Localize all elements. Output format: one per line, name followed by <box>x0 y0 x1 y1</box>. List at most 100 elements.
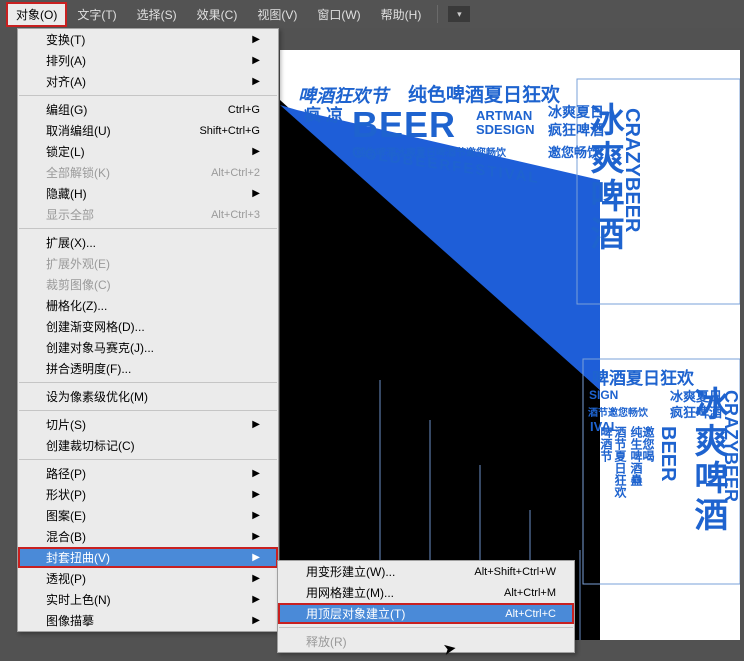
menu-shortcut: Alt+Ctrl+2 <box>211 167 260 179</box>
chevron-right-icon: ▶ <box>252 146 260 157</box>
menu-item[interactable]: 设为像素级优化(M) <box>18 386 278 407</box>
menubar-item-5[interactable]: 窗口(W) <box>307 2 370 27</box>
menu-item[interactable]: 变换(T)▶ <box>18 29 278 50</box>
object-menu[interactable]: 变换(T)▶ 排列(A) ▶ 对齐(A) ▶ 编组(G) Ctrl+G 取消编组(U) Shif… <box>17 28 279 632</box>
menu-item[interactable]: 路径(P)▶ <box>18 463 278 484</box>
chevron-right-icon: ▶ <box>252 188 260 199</box>
menu-item[interactable]: 对齐(A) ▶ <box>18 71 278 92</box>
menu-label: 创建裁切标记(C) <box>46 437 135 454</box>
menu-separator <box>19 95 277 96</box>
menu-item[interactable]: 透视(P)▶ <box>18 568 278 589</box>
menu-shortcut: Alt+Ctrl+C <box>505 608 556 620</box>
menu-item[interactable]: 形状(P) ▶ <box>18 484 278 505</box>
menu-label: 扩展(X)... <box>46 234 96 251</box>
menu-item[interactable]: 混合(B) ▶ <box>18 526 278 547</box>
menu-item[interactable]: 排列(A) ▶ <box>18 50 278 71</box>
menu-label: 释放(R) <box>306 633 347 650</box>
submenu-item[interactable]: 用顶层对象建立(T) Alt+Ctrl+C <box>278 603 574 624</box>
menu-item[interactable]: 栅格化(Z)... <box>18 295 278 316</box>
menu-shortcut: Alt+Ctrl+3 <box>211 209 260 221</box>
menu-label: 裁剪图像(C) <box>46 276 111 293</box>
menu-item[interactable]: 封套扭曲(V)▶ <box>18 547 278 568</box>
menu-item[interactable]: 取消编组(U) Shift+Ctrl+G <box>18 120 278 141</box>
menu-label: 创建渐变网格(D)... <box>46 318 145 335</box>
menu-item[interactable]: 拼合透明度(F)... <box>18 358 278 379</box>
menu-shortcut: Alt+Shift+Ctrl+W <box>474 566 556 578</box>
submenu-item[interactable]: 用网格建立(M)... Alt+Ctrl+M <box>278 582 574 603</box>
menu-label: 显示全部 <box>46 206 94 223</box>
menu-label: 设为像素级优化(M) <box>46 388 148 405</box>
menu-shortcut: Alt+Ctrl+M <box>504 587 556 599</box>
menu-item[interactable]: 锁定(L) ▶ <box>18 141 278 162</box>
chevron-right-icon: ▶ <box>252 55 260 66</box>
menubar-item-4[interactable]: 视图(V) <box>247 2 307 27</box>
chevron-right-icon: ▶ <box>252 468 260 479</box>
chevron-right-icon: ▶ <box>252 489 260 500</box>
menubar-divider <box>437 5 438 23</box>
menubar-item-6[interactable]: 帮助(H) <box>371 2 432 27</box>
menu-separator <box>279 627 573 628</box>
menu-label: 用变形建立(W)... <box>306 563 395 580</box>
menubar: 对象(O)文字(T)选择(S)效果(C)视图(V)窗口(W)帮助(H) ▾ <box>0 0 744 28</box>
menu-label: 混合(B) <box>46 528 86 545</box>
menu-label: 对齐(A) <box>46 73 86 90</box>
menu-item[interactable]: 实时上色(N) ▶ <box>18 589 278 610</box>
menu-separator <box>19 459 277 460</box>
menu-shortcut: Ctrl+G <box>228 104 260 116</box>
art-sub2: SDESIGN <box>476 122 535 137</box>
art-beer: BEER <box>352 104 456 146</box>
menu-label: 拼合透明度(F)... <box>46 360 131 377</box>
chevron-right-icon: ▶ <box>252 531 260 542</box>
menu-item[interactable]: 图像描摹 ▶ <box>18 610 278 631</box>
menu-separator <box>19 382 277 383</box>
envelope-distort-submenu[interactable]: 用变形建立(W)... Alt+Shift+Ctrl+W 用网格建立(M)... Al… <box>277 560 575 653</box>
menu-item[interactable]: 编组(G) Ctrl+G <box>18 99 278 120</box>
menu-label: 扩展外观(E) <box>46 255 110 272</box>
menu-label: 实时上色(N) <box>46 591 111 608</box>
menubar-item-0[interactable]: 对象(O) <box>6 2 67 27</box>
chevron-right-icon: ▶ <box>252 594 260 605</box>
menu-label: 用顶层对象建立(T) <box>306 605 405 622</box>
menu-label: 全部解锁(K) <box>46 164 110 181</box>
menu-item[interactable]: 扩展(X)... <box>18 232 278 253</box>
menu-label: 用网格建立(M)... <box>306 584 394 601</box>
menu-item: 裁剪图像(C) <box>18 274 278 295</box>
chevron-right-icon: ▶ <box>252 34 260 45</box>
menu-label: 编组(G) <box>46 101 87 118</box>
menubar-item-2[interactable]: 选择(S) <box>127 2 187 27</box>
menu-label: 取消编组(U) <box>46 122 111 139</box>
chevron-right-icon: ▶ <box>252 573 260 584</box>
menu-label: 创建对象马赛克(J)... <box>46 339 154 356</box>
menu-shortcut: Shift+Ctrl+G <box>199 125 260 137</box>
menu-label: 图像描摹 <box>46 612 94 629</box>
menu-label: 图案(E) <box>46 507 86 524</box>
menu-item[interactable]: 切片(S)▶ <box>18 414 278 435</box>
menu-separator <box>19 410 277 411</box>
menu-item: 全部解锁(K) Alt+Ctrl+2 <box>18 162 278 183</box>
chevron-right-icon: ▶ <box>252 615 260 626</box>
menu-item[interactable]: 隐藏(H) ▶ <box>18 183 278 204</box>
menu-label: 形状(P) <box>46 486 86 503</box>
menu-item[interactable]: 创建裁切标记(C) <box>18 435 278 456</box>
menubar-item-1[interactable]: 文字(T) <box>67 2 126 27</box>
menu-item[interactable]: 创建对象马赛克(J)... <box>18 337 278 358</box>
artwork-area: 啤酒狂欢节 纯色啤酒夏日狂欢 BEER ARTMAN SDESIGN 疯 凉 冰… <box>280 50 740 640</box>
menu-label: 锁定(L) <box>46 143 85 160</box>
menu-label: 切片(S) <box>46 416 86 433</box>
chevron-right-icon: ▶ <box>252 552 260 563</box>
submenu-item[interactable]: 用变形建立(W)... Alt+Shift+Ctrl+W <box>278 561 574 582</box>
art-v2: CRAZYBEER <box>620 108 643 232</box>
menu-item: 扩展外观(E) <box>18 253 278 274</box>
doc-arrange-icon[interactable]: ▾ <box>448 6 470 22</box>
menu-label: 排列(A) <box>46 52 86 69</box>
chevron-right-icon: ▶ <box>252 510 260 521</box>
menubar-item-3[interactable]: 效果(C) <box>187 2 248 27</box>
menu-item[interactable]: 创建渐变网格(D)... <box>18 316 278 337</box>
menu-label: 栅格化(Z)... <box>46 297 107 314</box>
menu-item[interactable]: 图案(E) ▶ <box>18 505 278 526</box>
chevron-right-icon: ▶ <box>252 76 260 87</box>
art-tag1: 纯色啤酒夏日狂欢 <box>408 80 560 107</box>
art-sub1: ARTMAN <box>476 108 532 123</box>
menu-label: 隐藏(H) <box>46 185 87 202</box>
menu-separator <box>19 228 277 229</box>
